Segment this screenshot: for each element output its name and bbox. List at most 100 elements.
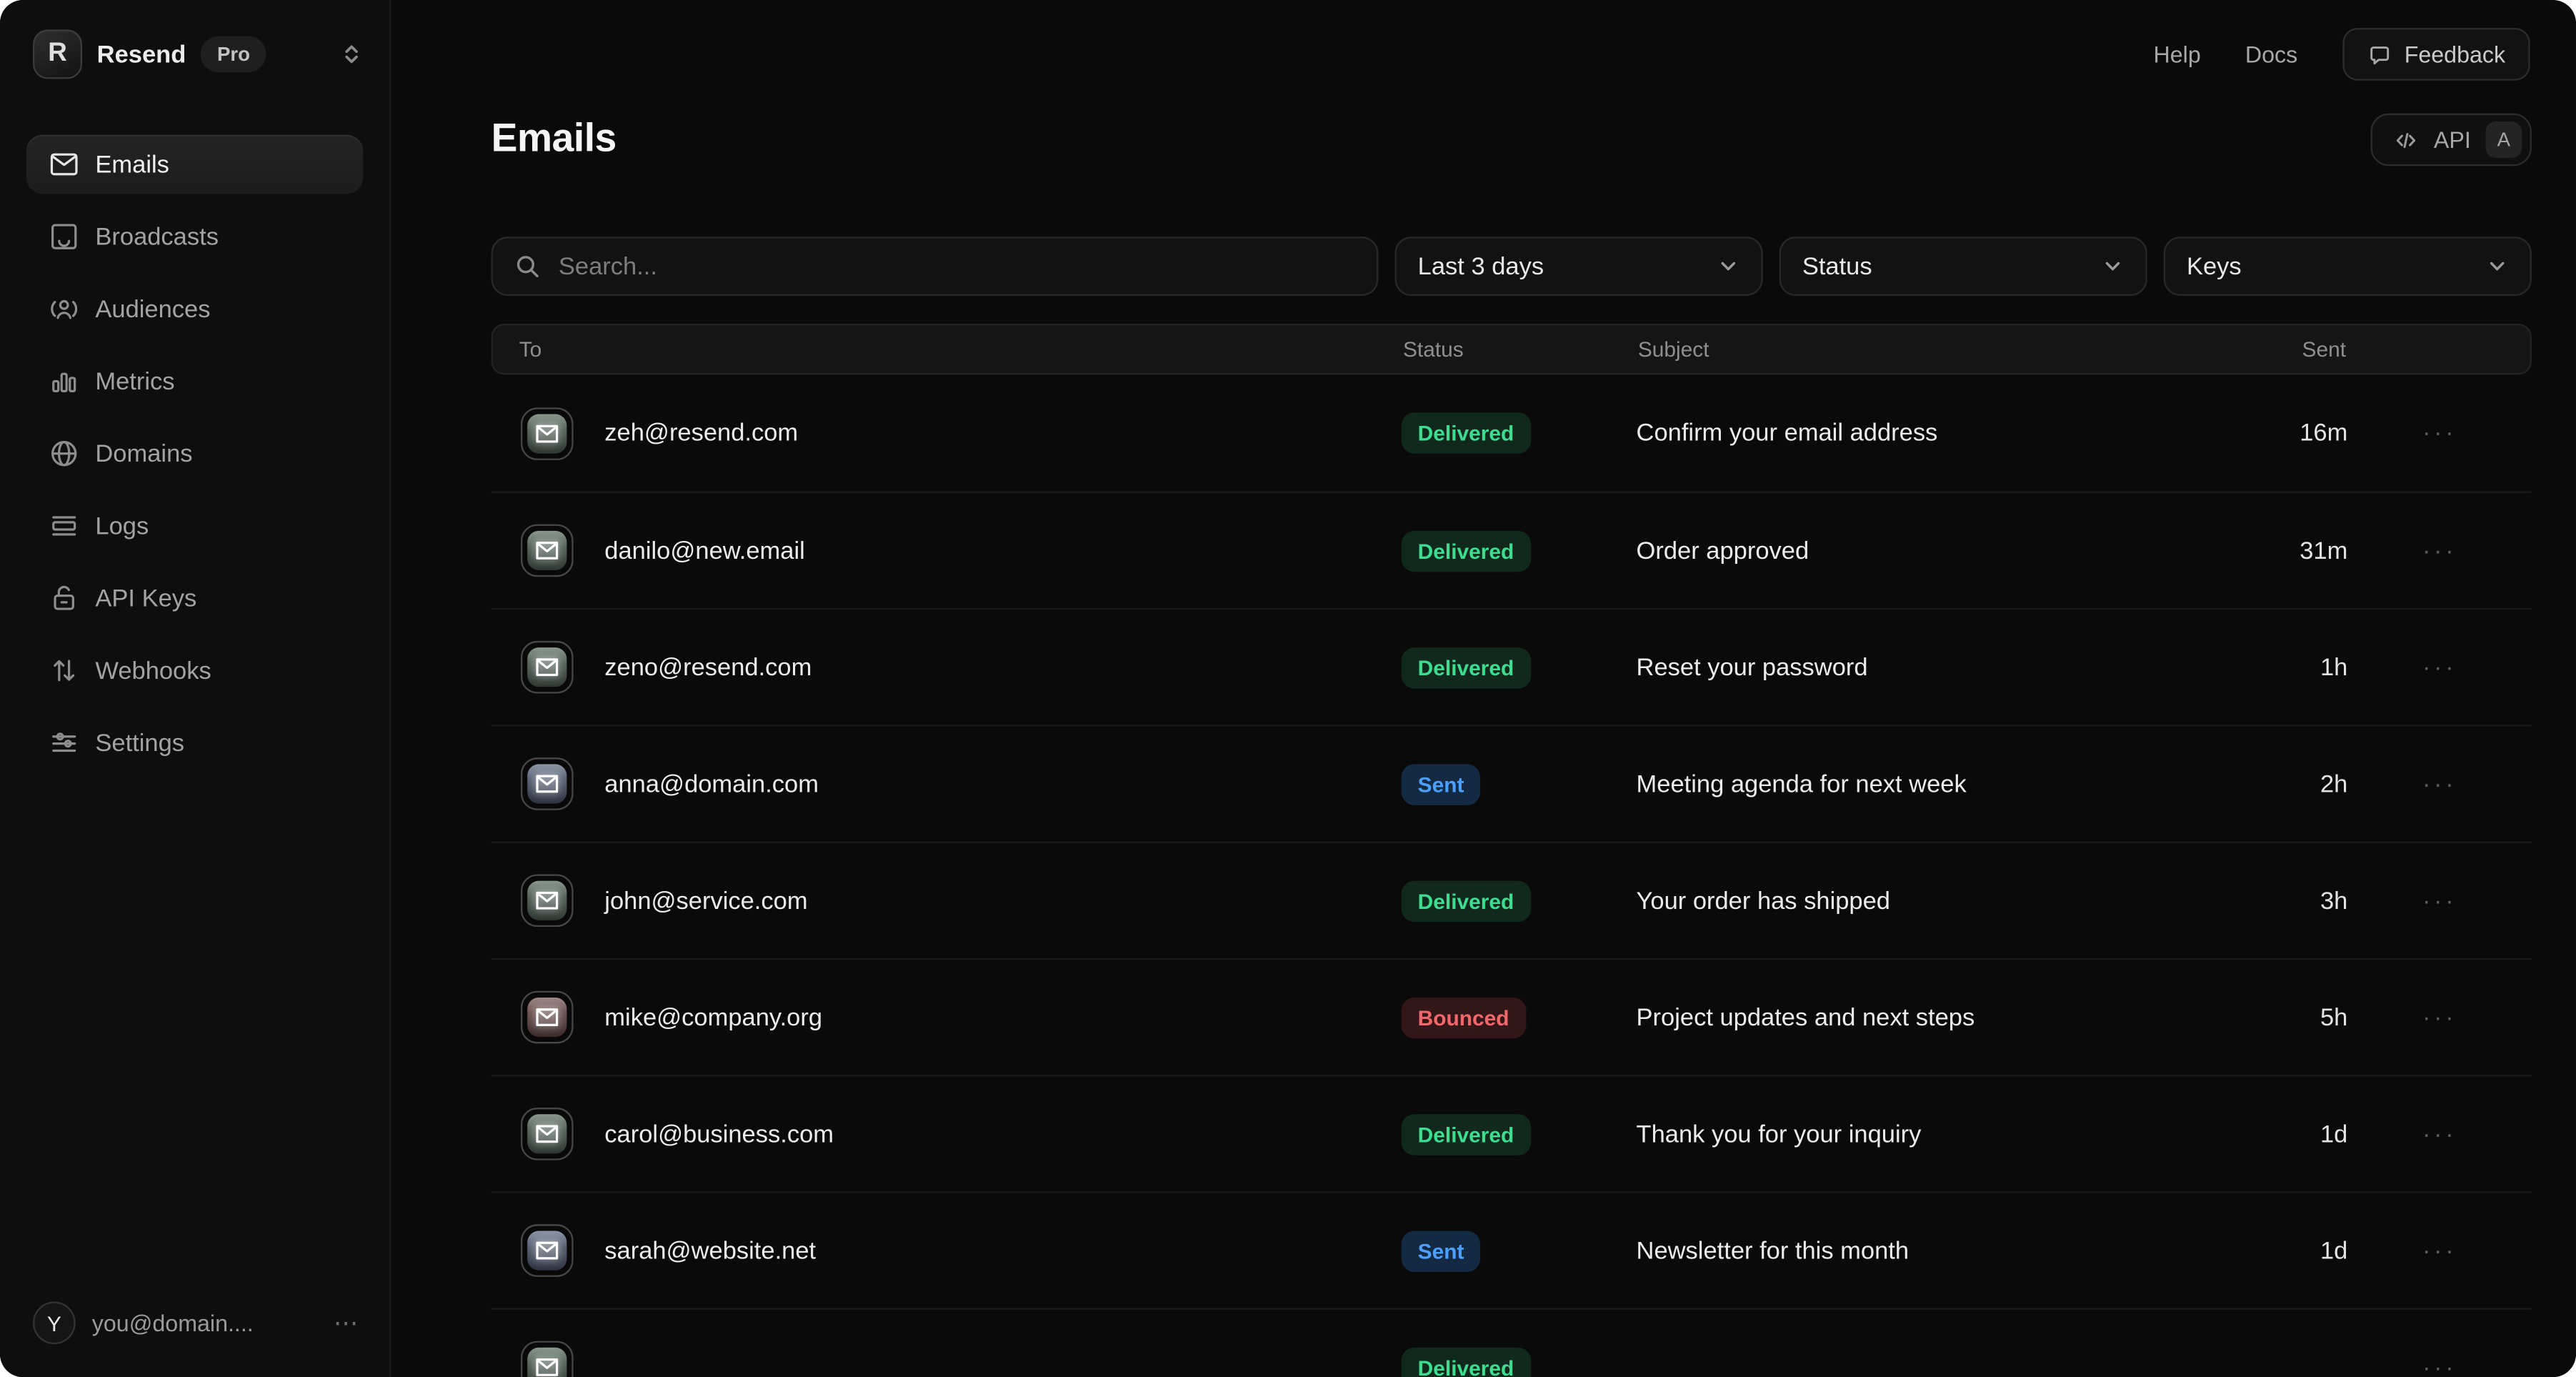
email-status-icon (521, 757, 574, 810)
app-stage: R Resend Pro Emails Broadcasts Audiences Me… (0, 0, 2576, 1377)
row-menu-button[interactable]: ··· (2347, 887, 2532, 915)
sidebar-item-audiences[interactable]: Audiences (26, 279, 363, 339)
cell-status: Delivered (1402, 1113, 1637, 1154)
table-row[interactable]: danilo@new.emailDeliveredOrder approved3… (491, 492, 2532, 608)
sidebar-nav: Emails Broadcasts Audiences Metrics Domains L… (0, 135, 389, 772)
recipient-email: anna@domain.com (604, 770, 819, 797)
email-subject: Order approved (1637, 537, 2200, 565)
email-status-icon (521, 1108, 574, 1160)
email-status-icon (521, 1224, 574, 1277)
chevron-updown-icon[interactable] (340, 43, 363, 66)
recipient-email: mike@company.org (604, 1003, 822, 1031)
cell-status: Delivered (1402, 880, 1637, 921)
row-menu-button[interactable]: ··· (2347, 1353, 2532, 1377)
row-menu-button[interactable]: ··· (2347, 1003, 2532, 1031)
plan-badge: Pro (201, 36, 266, 73)
help-link[interactable]: Help (2154, 41, 2201, 67)
row-menu-button[interactable]: ··· (2347, 1120, 2532, 1148)
sidebar-item-label: Settings (95, 729, 184, 757)
page-title: Emails (491, 115, 616, 164)
sidebar-item-emails[interactable]: Emails (26, 135, 363, 194)
sent-time: 16m (2200, 419, 2347, 447)
chevron-down-icon (2486, 254, 2509, 277)
sidebar-item-label: Broadcasts (95, 223, 219, 251)
content: Emails API A (391, 81, 2576, 1377)
sidebar-item-logs[interactable]: Logs (26, 497, 363, 556)
cell-status: Delivered (1402, 530, 1637, 571)
search-input[interactable] (555, 251, 1355, 282)
recipient-email: zeh@resend.com (604, 419, 798, 447)
cell-to: carol@business.com (491, 1108, 1402, 1160)
api-button[interactable]: API A (2371, 114, 2531, 166)
title-row: Emails API A (491, 114, 2532, 166)
sidebar-item-webhooks[interactable]: Webhooks (26, 641, 363, 700)
email-subject: Newsletter for this month (1637, 1237, 2200, 1265)
email-status-icon (521, 1341, 574, 1377)
search-box[interactable] (491, 237, 1379, 296)
column-sent: Sent (2198, 337, 2346, 361)
api-shortcut-badge: A (2486, 121, 2522, 158)
feedback-button[interactable]: Feedback (2342, 28, 2530, 81)
table-row[interactable]: zeno@resend.comDeliveredReset your passw… (491, 608, 2532, 725)
recipient-email: carol@business.com (604, 1120, 834, 1148)
recipient-email: zeno@resend.com (604, 653, 812, 681)
webhooks-icon (48, 654, 81, 687)
row-menu-button[interactable]: ··· (2347, 537, 2532, 565)
status-badge: Delivered (1402, 1113, 1531, 1154)
sent-time: 1d (2200, 1237, 2347, 1265)
sidebar-item-api-keys[interactable]: API Keys (26, 569, 363, 628)
resend-logo-icon: R (33, 29, 82, 79)
cell-to (491, 1341, 1402, 1377)
email-subject: Meeting agenda for next week (1637, 770, 2200, 797)
email-subject: Confirm your email address (1637, 419, 2200, 447)
cell-to: john@service.com (491, 874, 1402, 927)
settings-icon (48, 726, 81, 759)
table-row[interactable]: anna@domain.com Sent Meeting agenda for ne… (491, 725, 2532, 841)
status-badge: Delivered (1402, 880, 1531, 921)
row-menu-button[interactable]: ··· (2347, 1237, 2532, 1265)
feedback-bubble-icon (2367, 42, 2391, 66)
keys-value: Keys (2187, 252, 2242, 280)
metrics-icon (48, 365, 81, 398)
recipient-email: danilo@new.email (604, 537, 804, 565)
sent-time: 1h (2200, 653, 2347, 681)
chevron-down-icon (2101, 254, 2124, 277)
cell-status: Bounced (1402, 997, 1637, 1038)
email-status-icon (521, 874, 574, 927)
row-menu-button[interactable]: ··· (2347, 770, 2532, 797)
sidebar-item-label: Webhooks (95, 657, 211, 685)
user-avatar: Y (33, 1301, 76, 1344)
sidebar-item-metrics[interactable]: Metrics (26, 352, 363, 411)
workspace-switcher[interactable]: R Resend Pro (0, 0, 389, 92)
keys-dropdown[interactable]: Keys (2164, 237, 2532, 296)
cell-to: danilo@new.email (491, 525, 1402, 577)
lock-icon (48, 582, 81, 615)
table-row[interactable]: john@service.comDeliveredYour order has … (491, 841, 2532, 958)
sidebar-item-broadcasts[interactable]: Broadcasts (26, 207, 363, 267)
docs-link[interactable]: Docs (2245, 41, 2297, 67)
table-row[interactable]: carol@business.comDeliveredThank you for… (491, 1075, 2532, 1191)
sidebar-user[interactable]: Y you@domain.... ⋯ (0, 1278, 389, 1377)
sent-time: 2h (2200, 770, 2347, 797)
globe-icon (48, 437, 81, 470)
email-status-icon (521, 407, 574, 459)
email-status-icon (521, 525, 574, 577)
sidebar-item-domains[interactable]: Domains (26, 424, 363, 483)
sidebar-item-settings[interactable]: Settings (26, 713, 363, 772)
status-badge: Delivered (1402, 412, 1531, 453)
table-row[interactable]: Delivered ··· (491, 1308, 2532, 1377)
cell-status: Sent (1402, 763, 1637, 804)
table-row[interactable]: zeh@resend.com Delivered Confirm your emai… (491, 374, 2532, 491)
workspace-name: Resend (97, 40, 186, 68)
status-dropdown[interactable]: Status (1779, 237, 2147, 296)
user-menu-button[interactable]: ⋯ (334, 1308, 360, 1338)
status-badge: Sent (1402, 763, 1481, 804)
table-header: To Status Subject Sent (491, 324, 2532, 374)
date-range-dropdown[interactable]: Last 3 days (1394, 237, 1762, 296)
table-row[interactable]: sarah@website.netSentNewsletter for this… (491, 1191, 2532, 1308)
status-badge: Delivered (1402, 1347, 1531, 1377)
user-email: you@domain.... (92, 1310, 254, 1336)
table-row[interactable]: mike@company.orgBouncedProject updates a… (491, 958, 2532, 1075)
row-menu-button[interactable]: ··· (2347, 419, 2532, 447)
row-menu-button[interactable]: ··· (2347, 653, 2532, 681)
